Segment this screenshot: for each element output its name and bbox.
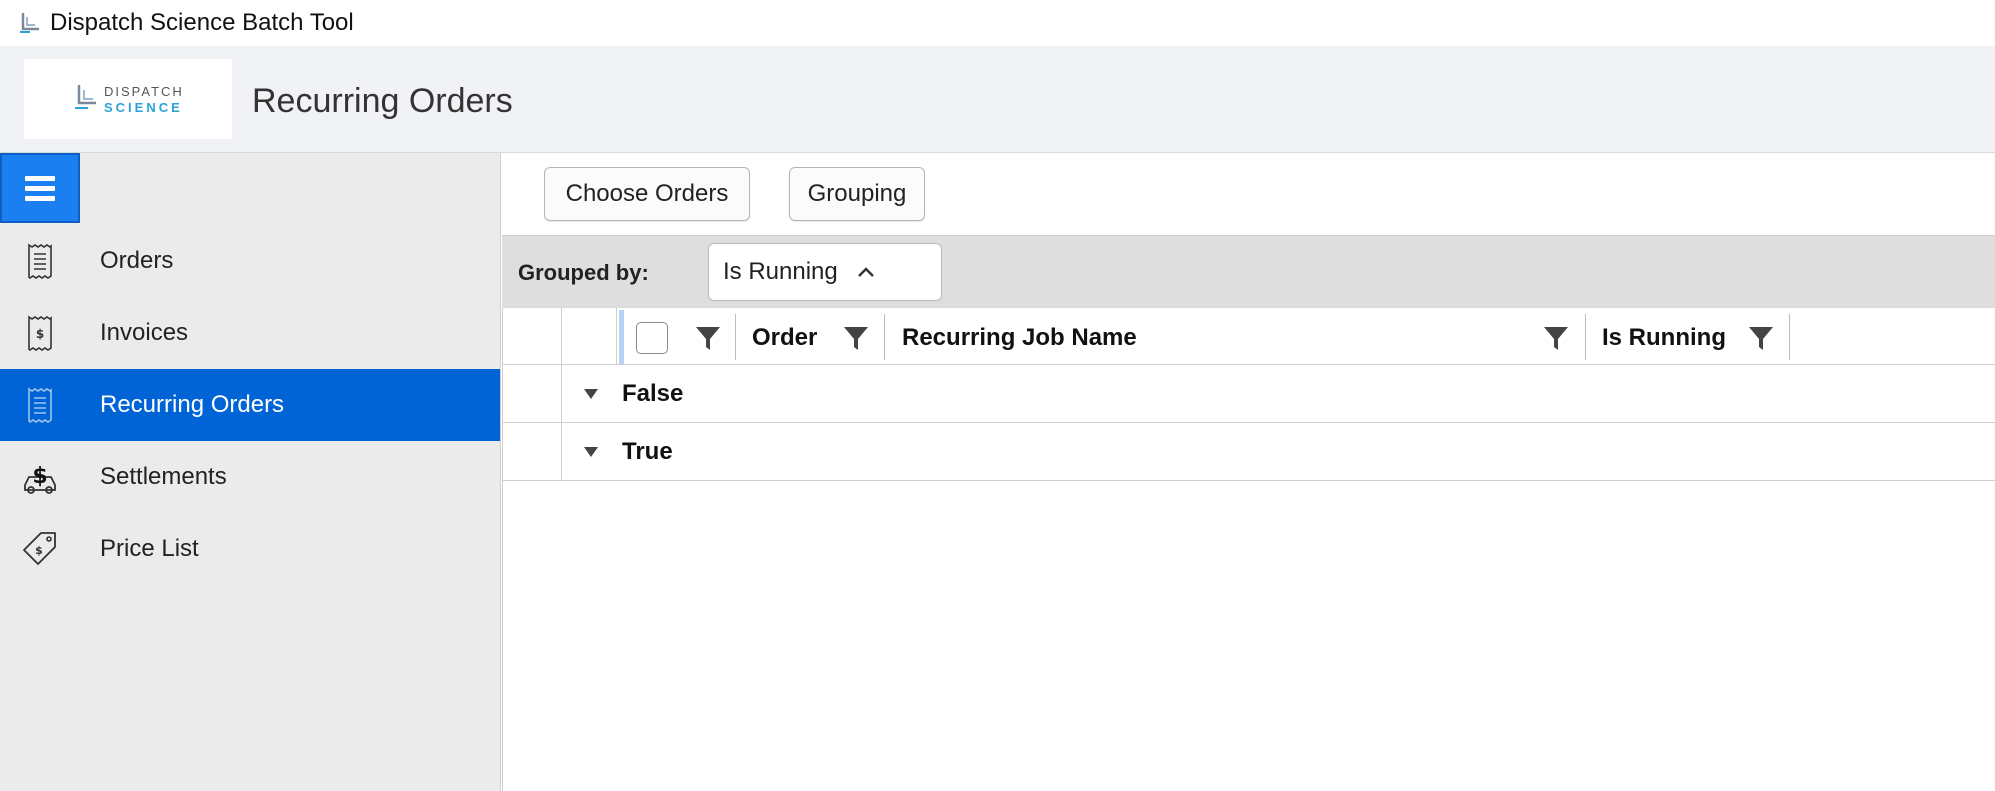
group-row-label: False [622,380,684,407]
grouped-by-label: Grouped by: [518,260,649,285]
filter-icon[interactable] [842,324,870,352]
receipt-icon [20,385,60,425]
hamburger-icon [25,171,55,206]
grid-left-border [502,307,503,791]
price-tag-icon: $ [20,529,60,569]
indent-separator [561,365,562,423]
group-row-true[interactable]: True [502,423,1995,481]
sidebar-item-label: Recurring Orders [100,391,285,418]
svg-text:$: $ [35,544,43,557]
sidebar-item-invoices[interactable]: $ Invoices [0,297,500,369]
window-title: Dispatch Science Batch Tool [50,9,354,36]
column-separator[interactable] [1789,314,1790,360]
sidebar-item-label: Orders [100,247,174,274]
filter-icon[interactable] [1747,324,1775,352]
column-header-is-running[interactable]: Is Running [1602,324,1726,352]
page-title: Recurring Orders [252,82,513,120]
sidebar-item-settlements[interactable]: $ Settlements [0,441,500,513]
column-separator[interactable] [1585,314,1586,360]
choose-orders-button[interactable]: Choose Orders [544,167,750,221]
grouping-panel: Grouped by: Is Running [502,235,1995,307]
group-field-label: Is Running [723,258,838,285]
logo-text-science: SCIENCE [104,100,183,115]
main-content: Choose Orders Grouping Grouped by: Is Ru… [502,153,1995,791]
grid-header: Order Recurring Job Name Is Running [502,307,1995,366]
receipt-icon [20,241,60,281]
filter-icon[interactable] [1542,324,1570,352]
group-field-chip[interactable]: Is Running [708,243,942,301]
app-logo-icon [20,13,39,33]
chevron-up-icon [857,267,874,277]
logo-text-dispatch: DISPATCH [104,84,184,99]
caret-down-icon[interactable] [582,387,600,401]
app-header: DISPATCH SCIENCE Recurring Orders [0,46,1995,153]
indent-separator [616,308,617,366]
group-row-label: True [622,438,673,465]
caret-down-icon[interactable] [582,445,600,459]
svg-text:$: $ [32,464,47,489]
grouping-button[interactable]: Grouping [789,167,925,221]
toolbar: Choose Orders Grouping [502,153,1995,235]
indent-separator [561,308,562,366]
group-row-false[interactable]: False [502,365,1995,423]
sidebar-item-orders[interactable]: Orders [0,225,500,297]
select-all-checkbox[interactable] [636,322,668,354]
company-logo: DISPATCH SCIENCE [24,59,232,139]
invoice-dollar-icon: $ [20,313,60,353]
sidebar-item-label: Invoices [100,319,189,346]
logo-mark-icon [75,85,96,109]
column-header-recurring-job-name[interactable]: Recurring Job Name [902,324,1137,352]
column-separator[interactable] [884,314,885,360]
selection-indicator [619,310,624,364]
sidebar-item-price-list[interactable]: $ Price List [0,513,500,585]
settlement-dollar-icon: $ [20,457,60,497]
hamburger-menu-button[interactable] [0,153,80,223]
filter-icon[interactable] [694,324,722,352]
column-header-order[interactable]: Order [752,324,817,352]
sidebar-item-label: Settlements [100,463,227,490]
sidebar-item-label: Price List [100,535,199,562]
column-separator[interactable] [735,314,736,360]
indent-separator [561,423,562,481]
sidebar: Orders $ Invoices Recurring Orders $ Set… [0,153,501,791]
sidebar-item-recurring-orders[interactable]: Recurring Orders [0,369,500,441]
window-titlebar: Dispatch Science Batch Tool [0,0,1995,46]
svg-text:$: $ [36,327,44,341]
sidebar-nav: Orders $ Invoices Recurring Orders $ Set… [0,225,500,585]
